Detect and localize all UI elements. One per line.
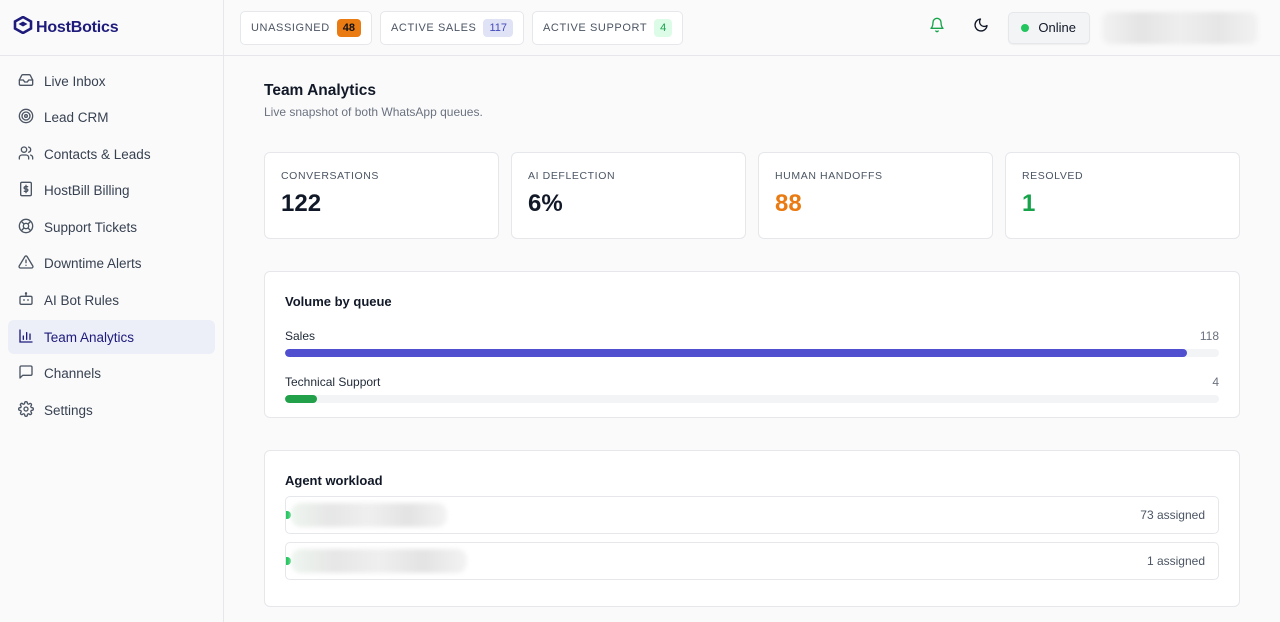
active-sales-pill[interactable]: ACTIVE SALES 117 [380, 10, 524, 45]
queue-bar-track [285, 349, 1219, 357]
bot-icon [18, 291, 34, 310]
queue-bar-fill [285, 349, 1188, 357]
stat-label: RESOLVED [1022, 170, 1084, 182]
sidebar-item-label: Downtime Alerts [44, 256, 142, 272]
agent-assigned-count: 73 assigned [1140, 508, 1205, 522]
active-support-count-badge: 4 [654, 18, 673, 37]
stat-label: CONVERSATIONS [281, 170, 380, 182]
sidebar-item-downtime-alerts[interactable]: Downtime Alerts [8, 247, 215, 281]
unassigned-pill[interactable]: UNASSIGNED 48 [240, 10, 372, 45]
unassigned-count-badge: 48 [336, 18, 361, 37]
queue-count: 4 [1212, 375, 1219, 389]
status-label: Online [1038, 20, 1076, 35]
sidebar-item-team-analytics[interactable]: Team Analytics [8, 320, 215, 355]
queue-row-sales: Sales 118 [285, 329, 1219, 357]
stat-value: 88 [775, 190, 802, 217]
alert-triangle-icon [18, 254, 34, 273]
stat-card-ai-deflection: AI DEFLECTION 6% [511, 152, 746, 239]
lifebuoy-icon [18, 218, 34, 237]
sidebar-item-contacts-leads[interactable]: Contacts & Leads [8, 137, 215, 171]
logo-icon [13, 15, 33, 39]
sidebar-item-label: Support Tickets [44, 219, 138, 235]
stat-card-conversations: CONVERSATIONS 122 [264, 152, 499, 239]
sidebar-item-channels[interactable]: Channels [8, 357, 215, 391]
bell-icon [929, 17, 945, 38]
queue-bar-track [285, 395, 1219, 403]
topbar: UNASSIGNED 48 ACTIVE SALES 117 ACTIVE SU… [224, 0, 1280, 56]
active-sales-count-badge: 117 [483, 18, 513, 37]
online-status-dot [1021, 23, 1030, 32]
stat-value: 6% [528, 190, 563, 217]
inbox-icon [18, 72, 34, 91]
sidebar-item-support-tickets[interactable]: Support Tickets [8, 210, 215, 244]
page-subtitle: Live snapshot of both WhatsApp queues. [264, 105, 483, 119]
queue-name: Sales [285, 329, 316, 343]
stats-row: CONVERSATIONS 122 AI DEFLECTION 6% HUMAN… [264, 152, 1240, 239]
dollar-icon [18, 181, 34, 200]
agent-name-redacted [291, 549, 467, 573]
status-toggle-button[interactable]: Online [1008, 11, 1090, 44]
target-icon [18, 108, 34, 127]
sidebar-item-settings[interactable]: Settings [8, 393, 215, 427]
unassigned-label: UNASSIGNED [251, 21, 330, 34]
stat-card-human-handoffs: HUMAN HANDOFFS 88 [758, 152, 993, 239]
sidebar-item-lead-crm[interactable]: Lead CRM [8, 101, 215, 135]
stat-value: 1 [1022, 190, 1036, 217]
bar-chart-icon [18, 328, 34, 347]
users-icon [18, 145, 34, 164]
sidebar-item-ai-bot-rules[interactable]: AI Bot Rules [8, 284, 215, 318]
brand[interactable]: HostBotics [0, 0, 223, 56]
sidebar-item-label: AI Bot Rules [44, 293, 120, 309]
user-menu[interactable] [1102, 11, 1258, 44]
app-root: HostBotics Live Inbox Lead CRM Contacts … [0, 0, 1280, 622]
active-support-label: ACTIVE SUPPORT [543, 21, 648, 34]
gear-icon [18, 400, 34, 420]
active-sales-label: ACTIVE SALES [391, 21, 477, 34]
sidebar-nav: Live Inbox Lead CRM Contacts & Leads Hos… [0, 56, 223, 427]
agent-assigned-count: 1 assigned [1146, 554, 1205, 568]
stat-label: HUMAN HANDOFFS [775, 170, 883, 182]
stat-label: AI DEFLECTION [528, 170, 616, 182]
volume-by-queue-panel: Volume by queue Sales 118 Technical Supp… [264, 271, 1240, 418]
sidebar-item-label: Channels [44, 366, 102, 382]
brand-name: HostBotics [36, 18, 119, 36]
agent-workload-panel: Agent workload 73 assigned 1 assigned [264, 450, 1240, 607]
agent-row[interactable]: 73 assigned [285, 496, 1219, 534]
moon-icon [973, 17, 989, 38]
queue-name: Technical Support [285, 375, 381, 389]
sidebar-item-label: Live Inbox [44, 73, 106, 89]
queue-bar-fill [285, 395, 317, 403]
queue-count: 118 [1199, 329, 1219, 343]
topbar-actions: Online [920, 11, 1280, 45]
agent-name-redacted [291, 503, 447, 527]
sidebar-item-label: HostBill Billing [44, 183, 130, 199]
stat-card-resolved: RESOLVED 1 [1005, 152, 1240, 239]
sidebar-item-live-inbox[interactable]: Live Inbox [8, 64, 215, 98]
page-title: Team Analytics [264, 82, 376, 99]
panel-title: Volume by queue [285, 294, 392, 309]
page-content: Team Analytics Live snapshot of both Wha… [224, 56, 1280, 607]
sidebar: HostBotics Live Inbox Lead CRM Contacts … [0, 0, 224, 622]
queue-row-technical-support: Technical Support 4 [285, 375, 1219, 403]
agent-row[interactable]: 1 assigned [285, 542, 1219, 580]
main-area: UNASSIGNED 48 ACTIVE SALES 117 ACTIVE SU… [224, 0, 1280, 622]
sidebar-item-label: Settings [44, 402, 93, 418]
sidebar-item-hostbill-billing[interactable]: HostBill Billing [8, 174, 215, 208]
theme-toggle-button[interactable] [964, 11, 998, 45]
active-support-pill[interactable]: ACTIVE SUPPORT 4 [532, 10, 684, 45]
notifications-button[interactable] [920, 11, 954, 45]
sidebar-item-label: Lead CRM [44, 110, 109, 126]
message-square-icon [18, 364, 34, 383]
stat-value: 122 [281, 190, 322, 217]
sidebar-item-label: Team Analytics [44, 329, 135, 345]
panel-title: Agent workload [285, 473, 383, 488]
sidebar-item-label: Contacts & Leads [44, 146, 151, 162]
